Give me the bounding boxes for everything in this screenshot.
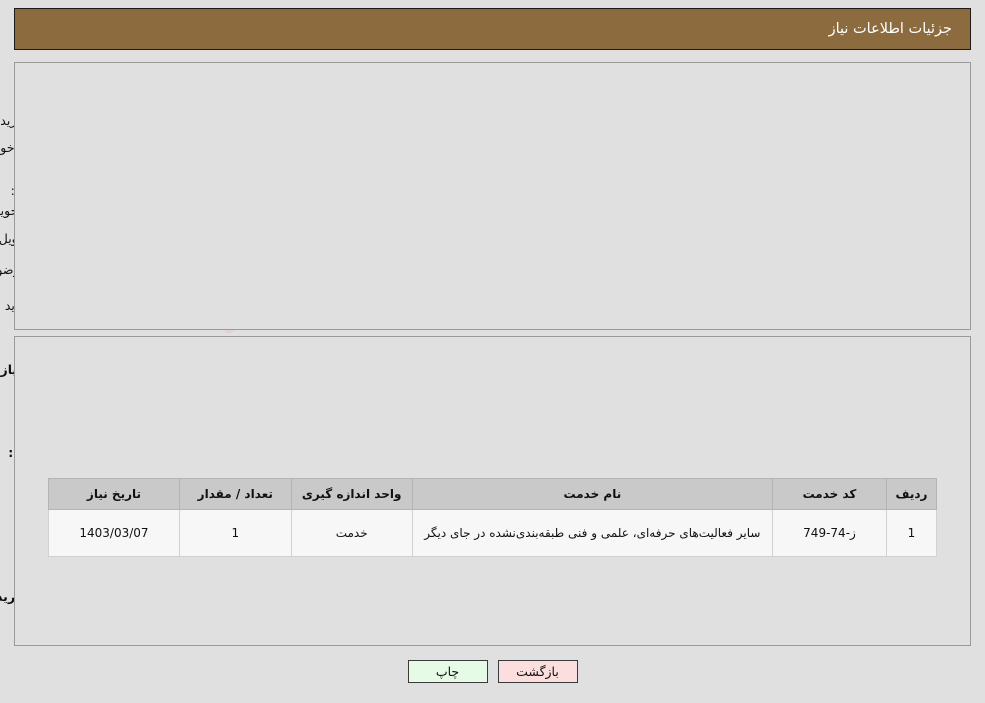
services-table: ردیف کد خدمت نام خدمت واحد اندازه گیری ت…	[48, 478, 938, 557]
col-unit: واحد اندازه گیری	[290, 478, 413, 510]
need-info-panel	[14, 62, 971, 330]
page-title: جزئیات اطلاعات نیاز	[828, 21, 952, 37]
cell-quantity: 1	[178, 509, 292, 557]
table-header-row: ردیف کد خدمت نام خدمت واحد اندازه گیری ت…	[48, 478, 938, 510]
footer-actions: بازگشت چاپ	[0, 660, 985, 683]
print-button[interactable]: چاپ	[407, 660, 488, 683]
page-header-bar: جزئیات اطلاعات نیاز	[14, 8, 971, 50]
col-quantity: تعداد / مقدار	[178, 478, 292, 510]
cell-name: سایر فعالیت‌های حرفه‌ای، علمی و فنی طبقه…	[411, 509, 774, 557]
cell-date: 1403/03/07	[48, 509, 180, 557]
cell-unit: خدمت	[290, 509, 413, 557]
col-row: ردیف	[885, 478, 938, 510]
col-name: نام خدمت	[411, 478, 774, 510]
col-code: کد خدمت	[772, 478, 887, 510]
col-date: تاریخ نیاز	[48, 478, 180, 510]
table-row[interactable]: 1 ز-74-749 سایر فعالیت‌های حرفه‌ای، علمی…	[48, 509, 938, 557]
cell-row: 1	[885, 509, 938, 557]
back-button[interactable]: بازگشت	[497, 660, 578, 683]
cell-code: ز-74-749	[772, 509, 887, 557]
